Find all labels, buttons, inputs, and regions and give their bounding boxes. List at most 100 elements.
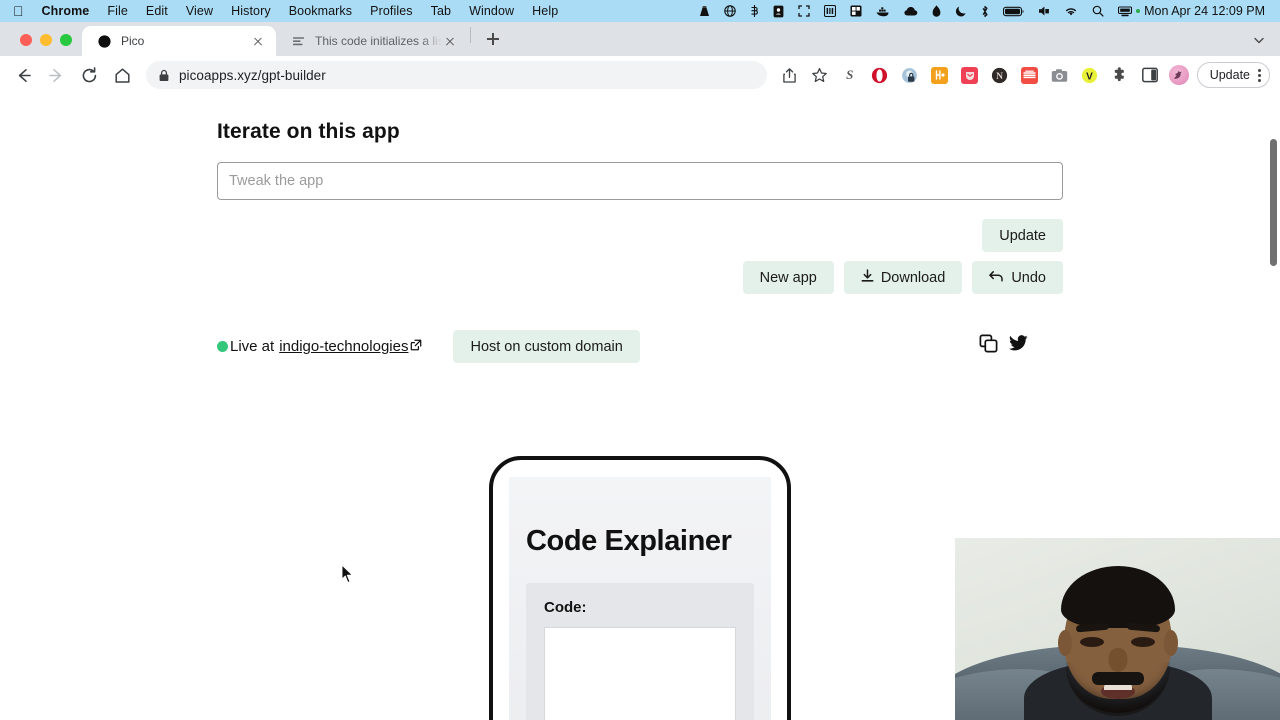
menu-bar-clock[interactable]: Mon Apr 24 12:09 PM bbox=[1140, 4, 1273, 18]
pocket-extension-icon[interactable] bbox=[957, 62, 983, 88]
window-zoom-button[interactable] bbox=[60, 34, 72, 46]
new-tab-button[interactable] bbox=[479, 25, 507, 53]
appimage-icon[interactable] bbox=[766, 5, 791, 18]
back-arrow-icon[interactable] bbox=[8, 60, 38, 90]
webcam-person-ear-left bbox=[1057, 630, 1072, 656]
builder-column: Iterate on this app Tweak the app Update… bbox=[217, 120, 1063, 363]
privacy-badger-extension-icon[interactable] bbox=[897, 62, 923, 88]
menu-item-view[interactable]: View bbox=[177, 4, 222, 18]
share-upload-icon[interactable] bbox=[777, 62, 803, 88]
menu-item-bookmarks[interactable]: Bookmarks bbox=[280, 4, 361, 18]
preview-code-textarea[interactable] bbox=[544, 627, 736, 720]
moon-icon[interactable] bbox=[948, 5, 974, 17]
bitbar-icon[interactable] bbox=[743, 5, 766, 17]
globe-icon[interactable] bbox=[717, 5, 743, 17]
rectangle-grid-icon[interactable] bbox=[843, 5, 869, 17]
menu-item-tab[interactable]: Tab bbox=[422, 4, 460, 18]
external-link-icon bbox=[410, 338, 422, 355]
webcam-person-moustache bbox=[1091, 672, 1144, 685]
address-bar[interactable]: picoapps.xyz/gpt-builder bbox=[146, 61, 767, 89]
grammarly-s-extension-icon[interactable]: S bbox=[837, 62, 863, 88]
update-button-row: Update bbox=[217, 219, 1063, 252]
window-close-button[interactable] bbox=[20, 34, 32, 46]
home-house-icon[interactable] bbox=[107, 60, 137, 90]
opera-o-extension-icon[interactable] bbox=[867, 62, 893, 88]
new-app-button[interactable]: New app bbox=[742, 261, 834, 294]
preview-app-title: Code Explainer bbox=[526, 525, 732, 557]
stats-bar-icon[interactable] bbox=[817, 5, 843, 17]
live-site-link-label: indigo-technologies bbox=[279, 338, 409, 355]
close-tab-icon[interactable] bbox=[250, 33, 266, 49]
browser-toolbar: picoapps.xyz/gpt-builder S N V Update bbox=[0, 56, 1280, 94]
download-button[interactable]: Download bbox=[843, 261, 963, 294]
battery-icon[interactable] bbox=[996, 6, 1031, 17]
window-traffic-lights bbox=[0, 34, 82, 56]
star-outline-icon[interactable] bbox=[807, 62, 833, 88]
tab-title: Pico bbox=[121, 34, 145, 48]
menu-item-help[interactable]: Help bbox=[523, 4, 567, 18]
copy-icon[interactable] bbox=[979, 334, 998, 358]
tab-chatgpt-conversation[interactable]: This code initializes a list `p` bbox=[276, 26, 468, 56]
webcam-person-eye-left bbox=[1079, 637, 1104, 647]
tweak-input-placeholder: Tweak the app bbox=[229, 173, 324, 189]
menu-item-window[interactable]: Window bbox=[460, 4, 523, 18]
svg-text:V: V bbox=[1086, 71, 1093, 82]
window-minimize-button[interactable] bbox=[40, 34, 52, 46]
phone-preview-mockup: Code Explainer Code: bbox=[489, 456, 791, 720]
wappalyzer-extension-icon[interactable] bbox=[1017, 62, 1043, 88]
tab-title: This code initializes a list `p` bbox=[315, 34, 442, 48]
tab-search-chevron-down-icon[interactable] bbox=[1252, 33, 1268, 49]
expand-arrows-icon[interactable] bbox=[791, 5, 817, 17]
menu-item-profiles[interactable]: Profiles bbox=[361, 4, 421, 18]
reload-arrow-icon[interactable] bbox=[74, 60, 104, 90]
forward-arrow-icon[interactable] bbox=[41, 60, 71, 90]
download-label: Download bbox=[880, 269, 946, 286]
undo-button[interactable]: Undo bbox=[972, 261, 1063, 294]
tweak-input[interactable]: Tweak the app bbox=[217, 162, 1063, 200]
screenshot-camera-extension-icon[interactable] bbox=[1047, 62, 1073, 88]
chrome-menu-icon[interactable] bbox=[1256, 68, 1261, 82]
honey-extension-icon[interactable] bbox=[927, 62, 953, 88]
update-button-label: Update bbox=[999, 227, 1046, 244]
close-tab-icon[interactable] bbox=[442, 33, 458, 49]
apple-logo-icon[interactable]:  bbox=[7, 4, 33, 18]
extensions-puzzle-icon[interactable] bbox=[1107, 62, 1133, 88]
docker-whale-icon[interactable] bbox=[869, 6, 897, 17]
preview-code-label: Code: bbox=[544, 599, 587, 616]
chatgpt-doc-favicon bbox=[290, 33, 306, 49]
tab-pico[interactable]: Pico bbox=[82, 26, 276, 56]
flame-icon[interactable] bbox=[925, 5, 948, 17]
black-circle-favicon bbox=[96, 33, 112, 49]
vlc-cone-icon[interactable] bbox=[692, 5, 717, 18]
vimium-v-extension-icon[interactable]: V bbox=[1077, 62, 1103, 88]
profile-avatar[interactable] bbox=[1168, 65, 1189, 85]
control-center-icon[interactable] bbox=[1111, 5, 1139, 17]
menu-item-history[interactable]: History bbox=[222, 4, 280, 18]
page-viewport: Iterate on this app Tweak the app Update… bbox=[0, 94, 1280, 720]
side-panel-icon[interactable] bbox=[1137, 62, 1163, 88]
spotlight-search-icon[interactable] bbox=[1085, 5, 1111, 17]
webcam-person-ear-right bbox=[1163, 630, 1178, 656]
bluetooth-icon[interactable] bbox=[974, 5, 996, 18]
menu-item-edit[interactable]: Edit bbox=[137, 4, 177, 18]
cloud-icon[interactable] bbox=[897, 6, 925, 17]
volume-icon[interactable] bbox=[1031, 5, 1057, 17]
host-on-custom-domain-button[interactable]: Host on custom domain bbox=[453, 330, 640, 363]
chrome-update-button[interactable]: Update bbox=[1196, 62, 1270, 88]
live-site-link[interactable]: indigo-technologies bbox=[279, 338, 422, 355]
wifi-icon[interactable] bbox=[1057, 6, 1085, 17]
new-app-label: New app bbox=[759, 269, 817, 286]
svg-text:N: N bbox=[996, 72, 1003, 82]
update-button[interactable]: Update bbox=[982, 219, 1063, 252]
undo-arrow-icon bbox=[989, 270, 1004, 286]
page-content: Iterate on this app Tweak the app Update… bbox=[0, 94, 1280, 363]
page-scrollbar-thumb[interactable] bbox=[1270, 139, 1277, 266]
twitter-bird-icon[interactable] bbox=[1009, 335, 1028, 357]
menu-item-chrome[interactable]: Chrome bbox=[33, 4, 99, 18]
share-icons-group bbox=[979, 334, 1028, 358]
tab-divider bbox=[470, 27, 471, 43]
app-actions-row: New app Download Undo bbox=[217, 261, 1063, 294]
menu-item-file[interactable]: File bbox=[98, 4, 137, 18]
browser-tab-strip: Pico This code initializes a list `p` bbox=[0, 22, 1280, 56]
notion-web-clipper-extension-icon[interactable]: N bbox=[987, 62, 1013, 88]
